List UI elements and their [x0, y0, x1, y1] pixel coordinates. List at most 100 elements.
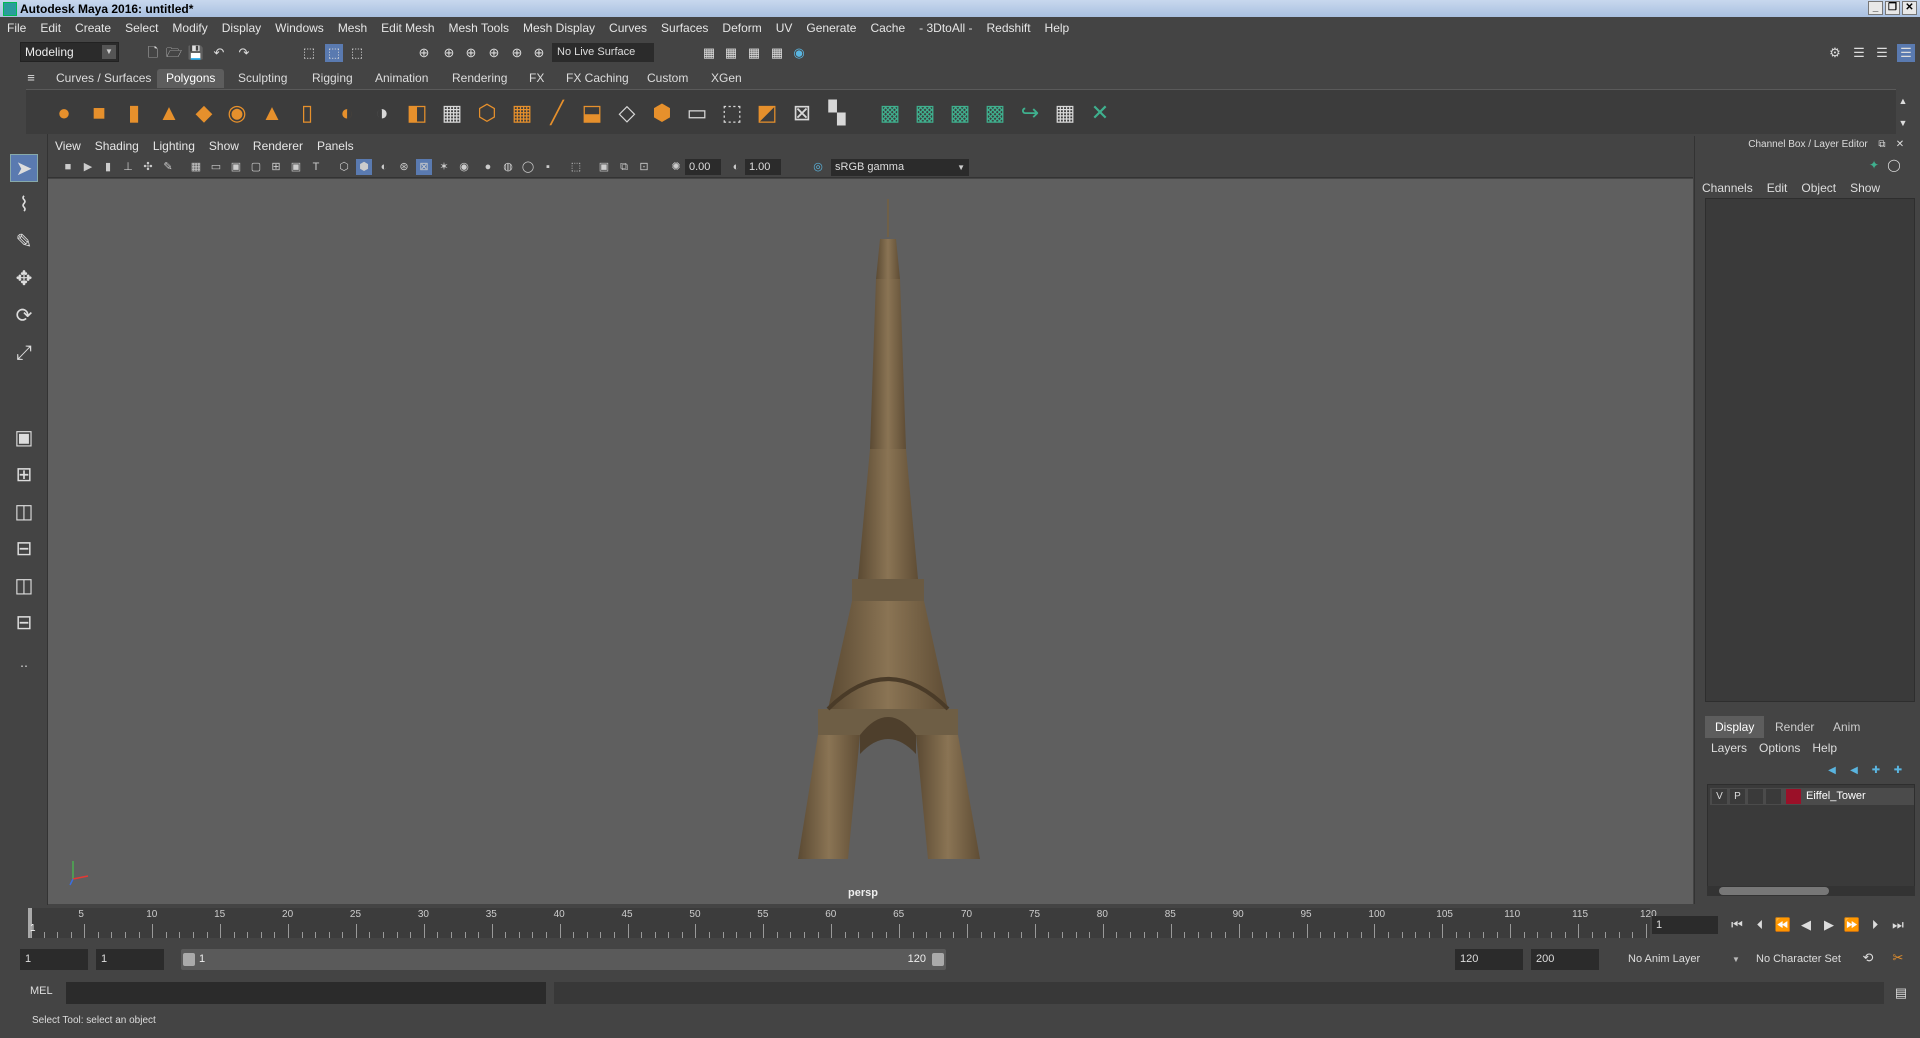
persp-outliner-layout-icon[interactable]: ◫ [10, 498, 38, 526]
render-current-frame-icon[interactable]: ▦ [722, 44, 740, 62]
poly-pipe-icon[interactable]: ▯ [293, 99, 321, 127]
range-end-handle[interactable] [932, 953, 944, 966]
menu-windows[interactable]: Windows [268, 17, 331, 39]
unfold-uv-icon[interactable]: ✕ [1086, 99, 1114, 127]
layer-display-type-toggle[interactable] [1748, 789, 1763, 804]
cb-menu-show[interactable]: Show [1843, 178, 1887, 198]
paint-select-tool-icon[interactable]: ✎ [10, 228, 38, 256]
menu-mesh-display[interactable]: Mesh Display [516, 17, 602, 39]
poly-cube-icon[interactable]: ■ [85, 99, 113, 127]
xray-components-icon[interactable]: ⧉ [616, 159, 632, 175]
tab-sculpting[interactable]: Sculpting [229, 69, 296, 88]
anim-layer-select[interactable]: No Anim Layer ▼ [1622, 949, 1744, 970]
step-forward-frame-icon[interactable]: ⏵ [1865, 916, 1885, 934]
image-plane-icon[interactable]: ⊥ [120, 159, 136, 175]
open-scene-icon[interactable]: 🗁 [165, 44, 183, 62]
select-by-hierarchy-icon[interactable]: ⬚ [300, 44, 318, 62]
tab-fx[interactable]: FX [520, 69, 553, 88]
cylindrical-map-icon[interactable]: ▩ [911, 99, 939, 127]
move-layer-up-icon[interactable]: ◀ [1823, 762, 1841, 780]
playback-start-field[interactable]: 1 [96, 949, 164, 970]
lasso-tool-icon[interactable]: ⌇ [10, 191, 38, 219]
le-menu-options[interactable]: Options [1753, 738, 1806, 758]
menu-mesh-tools[interactable]: Mesh Tools [442, 17, 516, 39]
layer-list-scrollbar[interactable] [1707, 886, 1915, 896]
minimize-button[interactable]: _ [1868, 1, 1883, 15]
cb-menu-edit[interactable]: Edit [1760, 178, 1795, 198]
cb-menu-object[interactable]: Object [1794, 178, 1843, 198]
tab-display[interactable]: Display [1705, 716, 1765, 738]
snap-to-surface-icon[interactable]: ⊕ [530, 44, 548, 62]
maximize-button[interactable]: ❐ [1885, 1, 1900, 15]
menu-redshift[interactable]: Redshift [980, 17, 1038, 39]
poly-sphere-icon[interactable]: ● [50, 99, 78, 127]
modeling-toolkit-icon[interactable]: ⚙ [1826, 44, 1844, 62]
render-settings-icon[interactable]: ▦ [768, 44, 786, 62]
menu-edit[interactable]: Edit [33, 17, 68, 39]
snap-to-grid-icon[interactable]: ⊕ [415, 44, 433, 62]
scale-tool-icon[interactable]: ⤢ [10, 339, 38, 367]
grease-pencil-icon[interactable]: ✎ [160, 159, 176, 175]
use-all-lights-icon[interactable]: ⊠ [416, 159, 432, 175]
eiffel-tower-model[interactable] [798, 199, 980, 859]
anti-aliasing-icon[interactable]: ◍ [500, 159, 516, 175]
menu-select[interactable]: Select [118, 17, 165, 39]
menu-modify[interactable]: Modify [165, 17, 214, 39]
channel-box-settings-icon[interactable]: ◯ [1885, 156, 1903, 174]
render-view-icon[interactable]: ▦ [700, 44, 718, 62]
tool-settings-icon[interactable]: ☰ [1873, 44, 1891, 62]
cut-uv-icon[interactable]: ↪ [1016, 99, 1044, 127]
motion-blur-icon[interactable]: ● [480, 159, 496, 175]
rotate-tool-icon[interactable]: ⟳ [10, 302, 38, 330]
menu-set-select[interactable]: Modeling ▼ [20, 42, 119, 62]
color-management-icon[interactable]: ◎ [810, 159, 826, 175]
tab-fx-caching[interactable]: FX Caching [557, 69, 638, 88]
wireframe-icon[interactable]: ⬡ [336, 159, 352, 175]
channel-box-icon[interactable]: ☰ [1897, 44, 1915, 62]
go-to-end-icon[interactable]: ⏭ [1888, 916, 1908, 934]
menu-help[interactable]: Help [1038, 17, 1077, 39]
multi-cut-icon[interactable]: ╱ [543, 99, 571, 127]
bookmark-icon[interactable]: ▮ [100, 159, 116, 175]
close-button[interactable]: ✕ [1902, 1, 1917, 15]
ipr-render-icon[interactable]: ▦ [745, 44, 763, 62]
gate-mask-icon[interactable]: ▢ [248, 159, 264, 175]
select-tool-icon[interactable]: ➤ [10, 154, 38, 182]
auto-key-icon[interactable]: ⟲ [1858, 949, 1878, 967]
tab-rigging[interactable]: Rigging [303, 69, 362, 88]
play-backwards-icon[interactable]: ◀ [1796, 916, 1816, 934]
poly-pyramid-icon[interactable]: ▲ [258, 99, 286, 127]
planar-map-icon[interactable]: ▩ [876, 99, 904, 127]
field-chart-icon[interactable]: ⊞ [268, 159, 284, 175]
merge-icon[interactable]: ▚ [823, 99, 851, 127]
edge-loop-icon[interactable]: ▭ [683, 99, 711, 127]
menu-file[interactable]: File [0, 17, 33, 39]
step-forward-key-icon[interactable]: ⏩ [1842, 916, 1862, 934]
make-live-icon[interactable]: ⊕ [508, 44, 526, 62]
new-empty-layer-icon[interactable]: ✚ [1867, 762, 1885, 780]
single-perspective-layout-icon[interactable]: ▣ [10, 424, 38, 452]
poly-cylinder-icon[interactable]: ▮ [120, 99, 148, 127]
xray-joints-icon[interactable]: ▣ [596, 159, 612, 175]
current-frame-field[interactable]: 1 [1652, 916, 1718, 934]
3d-viewport[interactable]: persp [48, 179, 1693, 904]
animation-end-field[interactable]: 200 [1531, 949, 1599, 970]
menu-3dtoall[interactable]: - 3DtoAll - [912, 17, 979, 39]
le-menu-help[interactable]: Help [1806, 738, 1843, 758]
le-menu-layers[interactable]: Layers [1705, 738, 1753, 758]
uv-editor-icon[interactable]: ▦ [1051, 99, 1079, 127]
select-camera-icon[interactable]: ■ [60, 159, 76, 175]
gamma-field[interactable]: 1.00 [745, 159, 781, 175]
two-d-pan-zoom-icon[interactable]: ✣ [140, 159, 156, 175]
depth-of-field-icon[interactable]: ◯ [520, 159, 536, 175]
film-gate-icon[interactable]: ▭ [208, 159, 224, 175]
tab-polygons[interactable]: Polygons [157, 69, 225, 88]
combine-icon[interactable]: ◐ [333, 99, 361, 127]
layer-row[interactable]: V P Eiffel_Tower [1710, 788, 1914, 805]
step-back-key-icon[interactable]: ⏪ [1773, 916, 1793, 934]
persp-graph-layout-icon[interactable]: ⊟ [10, 535, 38, 563]
select-by-component-icon[interactable]: ⬚ [348, 44, 366, 62]
scrollbar-thumb[interactable] [1719, 887, 1829, 895]
move-tool-icon[interactable]: ✥ [10, 265, 38, 293]
go-to-start-icon[interactable]: ⏮ [1727, 916, 1747, 934]
